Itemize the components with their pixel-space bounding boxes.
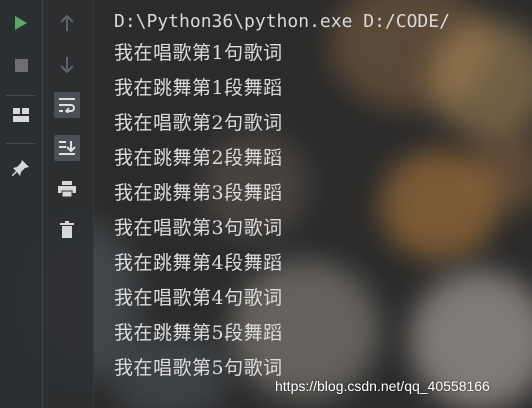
stop-icon [14, 58, 28, 72]
pin-icon [12, 160, 29, 176]
scroll-to-end-icon [59, 141, 76, 155]
scroll-up-button[interactable] [54, 10, 80, 36]
console-output: D:\Python36\python.exe D:/CODE/ 我在唱歌第1句歌… [114, 8, 532, 386]
console-line: 我在跳舞第5段舞蹈 [114, 322, 283, 344]
console-line: 我在唱歌第4句歌词 [114, 287, 283, 309]
console-toolbar [43, 0, 94, 408]
run-toolbar [0, 0, 43, 408]
console-line: 我在跳舞第3段舞蹈 [114, 182, 283, 204]
arrow-up-icon [60, 14, 74, 31]
run-button[interactable] [8, 10, 34, 36]
console-lines: 我在唱歌第1句歌词 我在跳舞第1段舞蹈 我在唱歌第2句歌词 我在跳舞第2段舞蹈 我在跳舞… [114, 36, 532, 386]
console-line: 我在唱歌第1句歌词 [114, 42, 283, 64]
layout-button[interactable] [8, 102, 34, 128]
play-icon [15, 16, 27, 30]
console-line: 我在跳舞第1段舞蹈 [114, 77, 283, 99]
pin-button[interactable] [8, 155, 34, 181]
arrow-down-icon [60, 57, 74, 74]
print-button[interactable] [54, 176, 80, 202]
layout-icon [13, 108, 29, 122]
soft-wrap-button[interactable] [54, 92, 80, 118]
console-line: 我在唱歌第2句歌词 [114, 112, 283, 134]
stop-button[interactable] [8, 52, 34, 78]
console-line: 我在跳舞第2段舞蹈 [114, 147, 283, 169]
soft-wrap-icon [59, 98, 75, 113]
clear-all-button[interactable] [54, 216, 80, 242]
toolbar-divider [6, 143, 36, 144]
console-command-line: D:\Python36\python.exe D:/CODE/ [114, 11, 450, 32]
trash-icon [60, 220, 74, 238]
toolbar-divider [6, 95, 36, 96]
scroll-down-button[interactable] [54, 52, 80, 78]
print-icon [58, 181, 76, 197]
console-line: 我在跳舞第4段舞蹈 [114, 252, 283, 274]
scroll-to-end-button[interactable] [54, 135, 80, 161]
watermark: https://blog.csdn.net/qq_40558166 [275, 378, 490, 394]
console-line: 我在唱歌第3句歌词 [114, 217, 283, 239]
